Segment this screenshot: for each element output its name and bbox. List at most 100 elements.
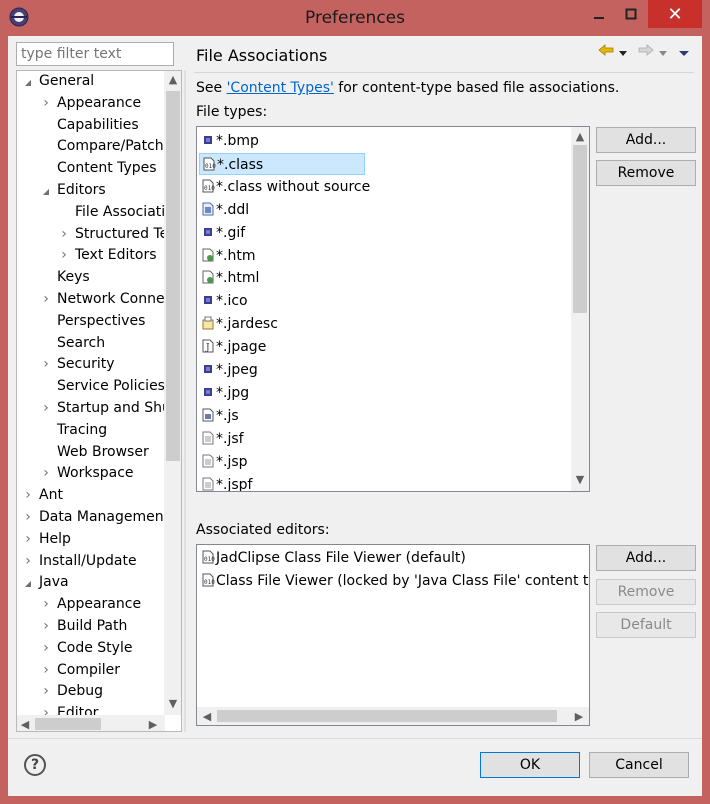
expanded-arrow-icon[interactable]: ◢	[21, 573, 35, 594]
minimize-icon[interactable]	[586, 0, 612, 28]
file-type-row[interactable]: J *.jpage	[201, 336, 272, 358]
tree-item[interactable]: Capabilities	[39, 115, 139, 136]
tree-item[interactable]: Keys	[39, 267, 90, 288]
tree-item[interactable]: ›Structured Text Editors	[57, 224, 165, 245]
collapsed-arrow-icon[interactable]: ›	[21, 485, 35, 506]
editor-row[interactable]: 010 JadClipse Class File Viewer (default)	[201, 547, 466, 569]
collapsed-arrow-icon[interactable]: ›	[21, 529, 35, 550]
tree-item[interactable]: File Associations	[57, 202, 165, 223]
file-type-row[interactable]: *.ddl	[201, 199, 255, 221]
expanded-arrow-icon[interactable]: ◢	[39, 181, 53, 202]
editors-horizontal-scrollbar[interactable]: ◀ ▶	[197, 707, 589, 725]
collapsed-arrow-icon[interactable]: ›	[39, 289, 53, 310]
collapsed-arrow-icon[interactable]: ›	[39, 398, 53, 419]
close-icon[interactable]: ✕	[648, 0, 702, 28]
add-editor-button[interactable]: Add...	[596, 545, 696, 571]
forward-icon[interactable]	[638, 44, 654, 60]
filter-input[interactable]	[16, 42, 174, 66]
back-icon[interactable]	[598, 44, 614, 60]
file-type-row[interactable]: *.gif	[201, 222, 251, 244]
collapsed-arrow-icon[interactable]: ›	[39, 681, 53, 702]
collapsed-arrow-icon[interactable]: ›	[39, 638, 53, 659]
collapsed-arrow-icon[interactable]: ›	[39, 93, 53, 114]
scroll-left-icon[interactable]: ◀	[199, 710, 215, 723]
pane-splitter[interactable]	[184, 70, 186, 732]
collapsed-arrow-icon[interactable]: ›	[57, 245, 71, 266]
tree-item[interactable]: › Appearance	[39, 93, 141, 114]
tree-item[interactable]: Compare/Patch	[39, 136, 164, 157]
add-file-type-button[interactable]: Add...	[596, 127, 696, 153]
scroll-down-icon[interactable]: ▼	[572, 473, 588, 486]
tree-item[interactable]: ◢ Java	[21, 572, 69, 593]
file-type-row[interactable]: *.jsp	[201, 451, 254, 473]
maximize-icon[interactable]	[618, 0, 644, 28]
collapsed-arrow-icon[interactable]: ›	[57, 224, 71, 245]
collapsed-arrow-icon[interactable]: ›	[39, 594, 53, 615]
scroll-down-icon[interactable]: ▼	[165, 697, 181, 710]
file-type-row[interactable]: *.html	[201, 267, 265, 289]
tree-item[interactable]: › Text Editors	[57, 245, 156, 266]
remove-file-type-button[interactable]: Remove	[596, 160, 696, 186]
help-icon[interactable]: ?	[24, 754, 46, 776]
forward-menu-icon[interactable]	[658, 46, 668, 61]
file-type-row[interactable]: *.jardesc	[201, 313, 284, 335]
scroll-up-icon[interactable]: ▲	[165, 73, 181, 86]
file-types-vertical-scrollbar[interactable]: ▲ ▼	[571, 127, 589, 491]
tree-horizontal-scrollbar[interactable]: ◀ ▶	[17, 715, 165, 731]
tree-item[interactable]: › Compiler	[39, 660, 120, 681]
file-type-row[interactable]: *.js	[201, 405, 245, 427]
file-type-row[interactable]: *.jsf	[201, 428, 250, 450]
collapsed-arrow-icon[interactable]: ›	[21, 507, 35, 528]
file-type-row[interactable]: *.jpg	[201, 382, 255, 404]
ok-button[interactable]: OK	[480, 752, 580, 778]
file-type-row[interactable]: 010 *.class	[199, 152, 365, 175]
tree-item[interactable]: ◢ Editors	[39, 180, 106, 201]
tree-item[interactable]: Web Browser	[39, 442, 149, 463]
collapsed-arrow-icon[interactable]: ›	[39, 463, 53, 484]
scroll-up-icon[interactable]: ▲	[572, 130, 588, 143]
back-menu-icon[interactable]	[618, 46, 628, 61]
tree-item[interactable]: › Data Management	[21, 507, 165, 528]
scroll-right-icon[interactable]: ▶	[145, 718, 161, 731]
tree-item[interactable]: › Security	[39, 354, 114, 375]
file-type-row[interactable]: *.ico	[201, 290, 254, 312]
file-type-row[interactable]: *.bmp	[201, 130, 265, 152]
tree-item[interactable]: › Install/Update	[21, 551, 136, 572]
collapsed-arrow-icon[interactable]: ›	[21, 551, 35, 572]
scroll-thumb[interactable]	[166, 91, 180, 461]
tree-item[interactable]: › Editor	[39, 703, 98, 715]
tree-item[interactable]: Service Policies	[39, 376, 165, 397]
tree-vertical-scrollbar[interactable]: ▲ ▼	[164, 71, 181, 715]
view-menu-icon[interactable]	[678, 46, 690, 61]
file-type-row[interactable]: *.htm	[201, 245, 261, 267]
tree-item[interactable]: › Code Style	[39, 638, 132, 659]
tree-item[interactable]: Search	[39, 333, 105, 354]
cancel-button[interactable]: Cancel	[589, 752, 689, 778]
tree-item[interactable]: ◢ General	[21, 71, 94, 92]
tree-item[interactable]: › Help	[21, 529, 71, 550]
tree-item[interactable]: › Appearance	[39, 594, 141, 615]
tree-item[interactable]: Tracing	[39, 420, 107, 441]
default-editor-button[interactable]: Default	[596, 612, 696, 638]
file-type-row[interactable]: *.jspf	[201, 474, 258, 491]
scroll-thumb[interactable]	[217, 710, 557, 722]
collapsed-arrow-icon[interactable]: ›	[39, 660, 53, 681]
remove-editor-button[interactable]: Remove	[596, 579, 696, 605]
tree-item[interactable]: › Ant	[21, 485, 63, 506]
file-type-row[interactable]: 010 *.class without source	[201, 176, 376, 198]
collapsed-arrow-icon[interactable]: ›	[39, 354, 53, 375]
tree-item[interactable]: › Build Path	[39, 616, 127, 637]
tree-item[interactable]: › Workspace	[39, 463, 133, 484]
tree-item[interactable]: › Debug	[39, 681, 103, 702]
scroll-thumb[interactable]	[35, 718, 101, 730]
tree-item[interactable]: Perspectives	[39, 311, 145, 332]
editor-row[interactable]: 010 Class File Viewer (locked by 'Java Cl…	[201, 570, 589, 592]
scroll-right-icon[interactable]: ▶	[571, 710, 587, 723]
expanded-arrow-icon[interactable]: ◢	[21, 72, 35, 93]
tree-item[interactable]: ›Network Connections	[39, 289, 165, 310]
content-types-link[interactable]: 'Content Types'	[227, 80, 334, 96]
collapsed-arrow-icon[interactable]: ›	[39, 703, 53, 715]
file-type-row[interactable]: *.jpeg	[201, 359, 264, 381]
scroll-left-icon[interactable]: ◀	[17, 718, 33, 731]
tree-item[interactable]: ›Startup and Shutdown	[39, 398, 165, 419]
